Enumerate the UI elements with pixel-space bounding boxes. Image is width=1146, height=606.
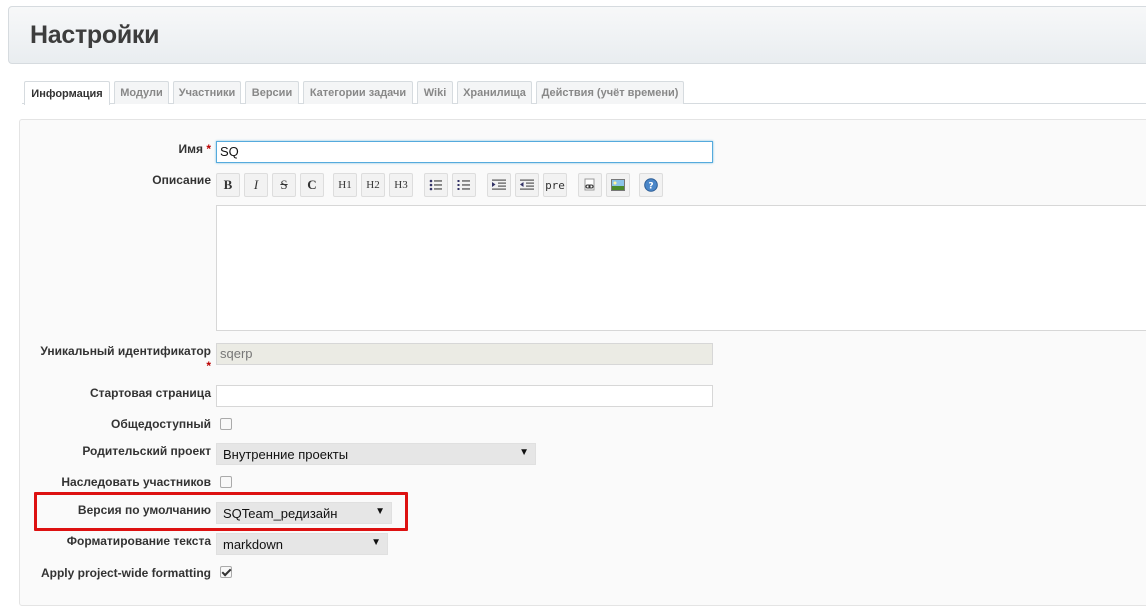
strikethrough-button[interactable]: S	[272, 173, 296, 197]
highlight-box	[34, 492, 408, 531]
name-input[interactable]: SQ	[216, 141, 713, 163]
description-textarea[interactable]	[216, 205, 1146, 331]
apply-formatting-label: Apply project-wide formatting	[40, 566, 211, 580]
outdent-button[interactable]	[515, 173, 539, 197]
unordered-list-icon	[429, 179, 442, 191]
required-marker: *	[206, 142, 211, 156]
unordered-list-button[interactable]	[424, 173, 448, 197]
tab-information[interactable]: Информация	[24, 81, 110, 105]
homepage-label: Стартовая страница	[89, 386, 211, 400]
pre-icon: pre	[545, 178, 565, 192]
ordered-list-icon	[457, 180, 470, 190]
page-header: Настройки	[8, 6, 1146, 64]
bold-button[interactable]: B	[216, 173, 240, 197]
inherit-members-label: Наследовать участников	[61, 475, 211, 489]
parent-project-value: Внутренние проекты	[223, 447, 349, 462]
text-formatting-select[interactable]: markdown ▼	[216, 533, 388, 555]
parent-project-label: Родительский проект	[82, 444, 211, 458]
h3-button[interactable]: H3	[389, 173, 413, 197]
apply-formatting-checkbox[interactable]	[220, 566, 232, 578]
inherit-members-checkbox[interactable]	[220, 476, 232, 488]
h2-button[interactable]: H2	[361, 173, 385, 197]
bold-icon: B	[223, 177, 233, 192]
h1-button[interactable]: H1	[333, 173, 357, 197]
chevron-down-icon: ▼	[519, 447, 529, 458]
image-button[interactable]	[606, 173, 630, 197]
strikethrough-icon: S	[280, 177, 288, 192]
italic-button[interactable]: I	[244, 173, 268, 197]
public-label: Общедоступный	[111, 417, 211, 431]
parent-project-select[interactable]: Внутренние проекты ▼	[216, 443, 536, 465]
tab-issue-categories[interactable]: Категории задачи	[303, 81, 413, 104]
page-title: Настройки	[30, 21, 160, 49]
tab-repositories[interactable]: Хранилища	[457, 81, 532, 104]
required-marker: *	[206, 359, 211, 373]
svg-text:?: ?	[648, 182, 653, 192]
identifier-label: Уникальный идентификатор *	[40, 344, 211, 373]
italic-icon: I	[253, 177, 259, 192]
indent-button[interactable]	[487, 173, 511, 197]
tab-wiki[interactable]: Wiki	[417, 81, 453, 104]
link-icon	[584, 178, 595, 191]
h3-icon: H3	[394, 179, 408, 191]
identifier-input: sqerp	[216, 343, 713, 365]
help-icon: ?	[644, 178, 658, 192]
h1-icon: H1	[338, 179, 352, 191]
code-icon: C	[307, 177, 317, 192]
indent-icon	[492, 179, 506, 190]
text-formatting-label: Форматирование текста	[66, 534, 211, 548]
tab-bar: Информация Модули Участники Версии Катег…	[22, 80, 1146, 105]
h2-icon: H2	[366, 179, 380, 191]
text-formatting-value: markdown	[223, 537, 283, 552]
name-label: Имя *	[178, 142, 211, 156]
pre-button[interactable]: pre	[543, 173, 567, 197]
tab-members[interactable]: Участники	[173, 81, 241, 104]
tab-modules[interactable]: Модули	[114, 81, 169, 104]
tab-activities[interactable]: Действия (учёт времени)	[536, 81, 684, 104]
chevron-down-icon: ▼	[371, 537, 381, 548]
code-button[interactable]: C	[300, 173, 324, 197]
outdent-icon	[520, 179, 534, 190]
description-label: Описание	[152, 173, 211, 187]
homepage-input[interactable]	[216, 385, 713, 407]
ordered-list-button[interactable]	[452, 173, 476, 197]
public-checkbox[interactable]	[220, 418, 232, 430]
tab-versions[interactable]: Версии	[245, 81, 299, 104]
help-button[interactable]: ?	[639, 173, 663, 197]
image-icon	[611, 179, 625, 191]
link-button[interactable]	[578, 173, 602, 197]
